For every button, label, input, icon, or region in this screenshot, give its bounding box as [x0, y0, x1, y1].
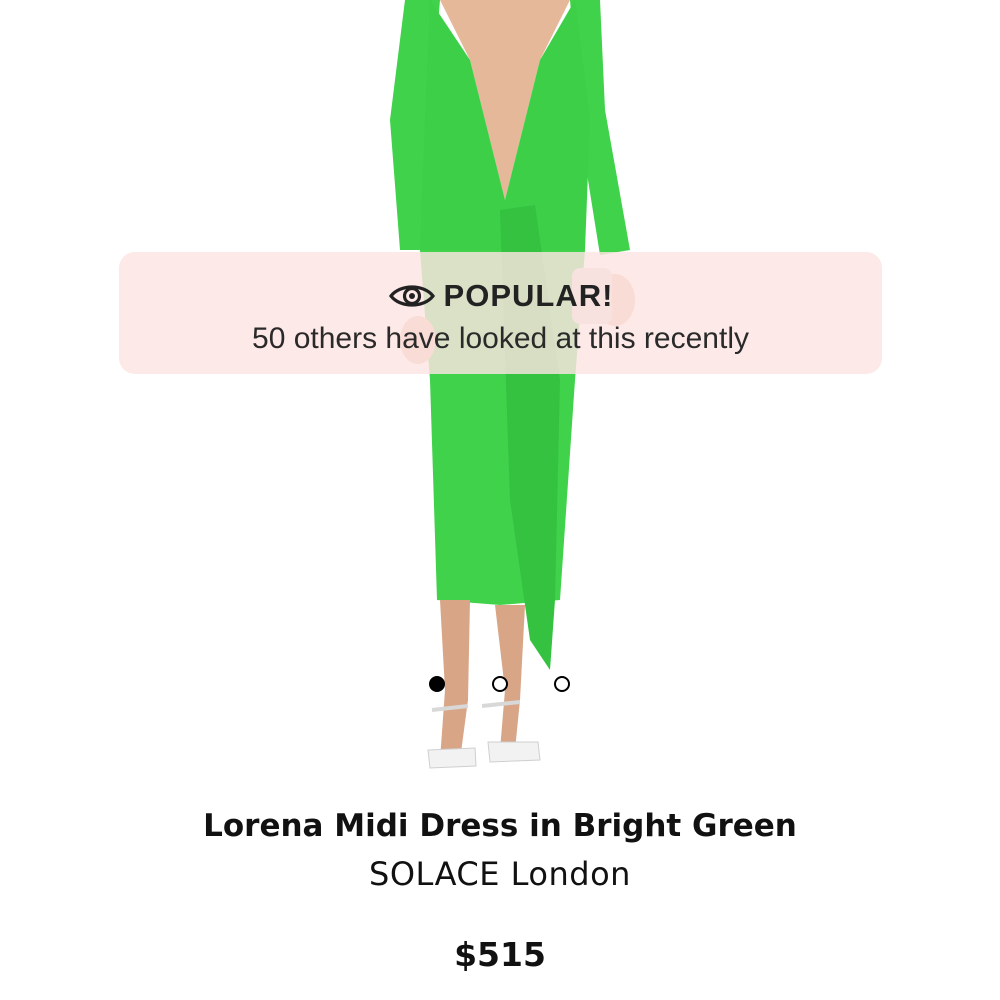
product-image-carousel[interactable]: POPULAR! 50 others have looked at this r…: [0, 0, 1000, 790]
carousel-dot-1[interactable]: [429, 676, 445, 692]
carousel-pager: [0, 676, 1000, 698]
popular-title: POPULAR!: [443, 278, 614, 313]
brand-name[interactable]: SOLACE London: [0, 855, 1000, 893]
popular-banner: POPULAR! 50 others have looked at this r…: [119, 252, 882, 374]
carousel-dot-3[interactable]: [554, 676, 570, 692]
popular-subtitle: 50 others have looked at this recently: [252, 322, 749, 355]
product-price: $515: [454, 935, 546, 974]
carousel-dot-2[interactable]: [492, 676, 508, 692]
product-name[interactable]: Lorena Midi Dress in Bright Green: [0, 808, 1000, 844]
product-photo[interactable]: [0, 0, 1000, 790]
popular-title-row: POPULAR!: [119, 276, 882, 316]
eye-icon: [388, 285, 435, 307]
